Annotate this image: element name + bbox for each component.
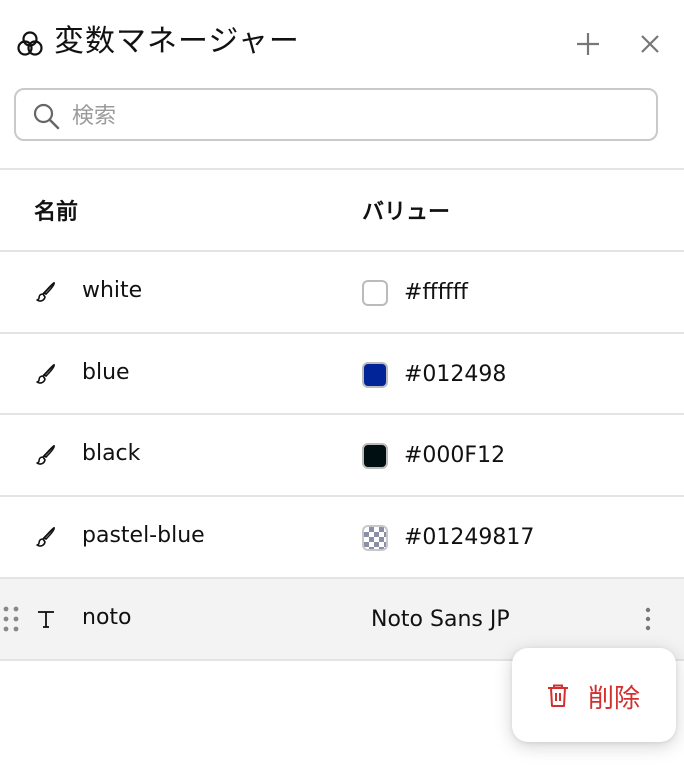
paintbrush-icon [36,444,55,465]
column-header-name: 名前 [34,200,79,225]
variable-row-blue[interactable]: blue #012498 [0,334,684,414]
paintbrush-icon [36,281,55,302]
search-box [14,88,658,141]
variable-name: noto [82,605,132,630]
variable-name: blue [82,360,130,385]
variable-row-pastel-blue[interactable]: pastel-blue #01249817 [0,497,684,577]
paintbrush-icon [36,526,55,547]
panel-header: 変数マネージャー [0,0,684,88]
delete-menu-item[interactable]: 削除 [512,648,676,742]
variable-value: Noto Sans JP [371,607,510,632]
panel-title: 変数マネージャー [54,24,300,59]
variable-value: #01249817 [404,525,535,550]
variable-value: #000F12 [404,443,506,468]
close-button[interactable] [634,28,666,60]
text-type-icon [38,611,54,628]
more-options-icon[interactable] [636,603,660,635]
variable-name: black [82,441,141,466]
trash-icon [548,684,568,707]
drag-handle-icon[interactable] [2,605,20,633]
divider [0,168,684,170]
variable-row-black[interactable]: black #000F12 [0,415,684,495]
color-swatch-transparent[interactable] [362,525,388,551]
variable-value: #ffffff [404,280,468,305]
variable-row-noto[interactable]: noto Noto Sans JP [0,579,684,659]
search-input[interactable] [70,98,644,134]
add-variable-button[interactable] [572,28,604,60]
color-swatch[interactable] [362,443,388,469]
variable-value: #012498 [404,362,507,387]
search-icon [33,103,60,130]
column-header-value: バリュー [362,200,451,225]
delete-label: 削除 [588,684,641,714]
circles-icon [17,31,43,56]
color-swatch[interactable] [362,362,388,388]
color-swatch[interactable] [362,280,388,306]
variable-row-white[interactable]: white #ffffff [0,252,684,332]
variable-name: white [82,278,143,303]
paintbrush-icon [36,363,55,384]
variable-name: pastel-blue [82,523,205,548]
